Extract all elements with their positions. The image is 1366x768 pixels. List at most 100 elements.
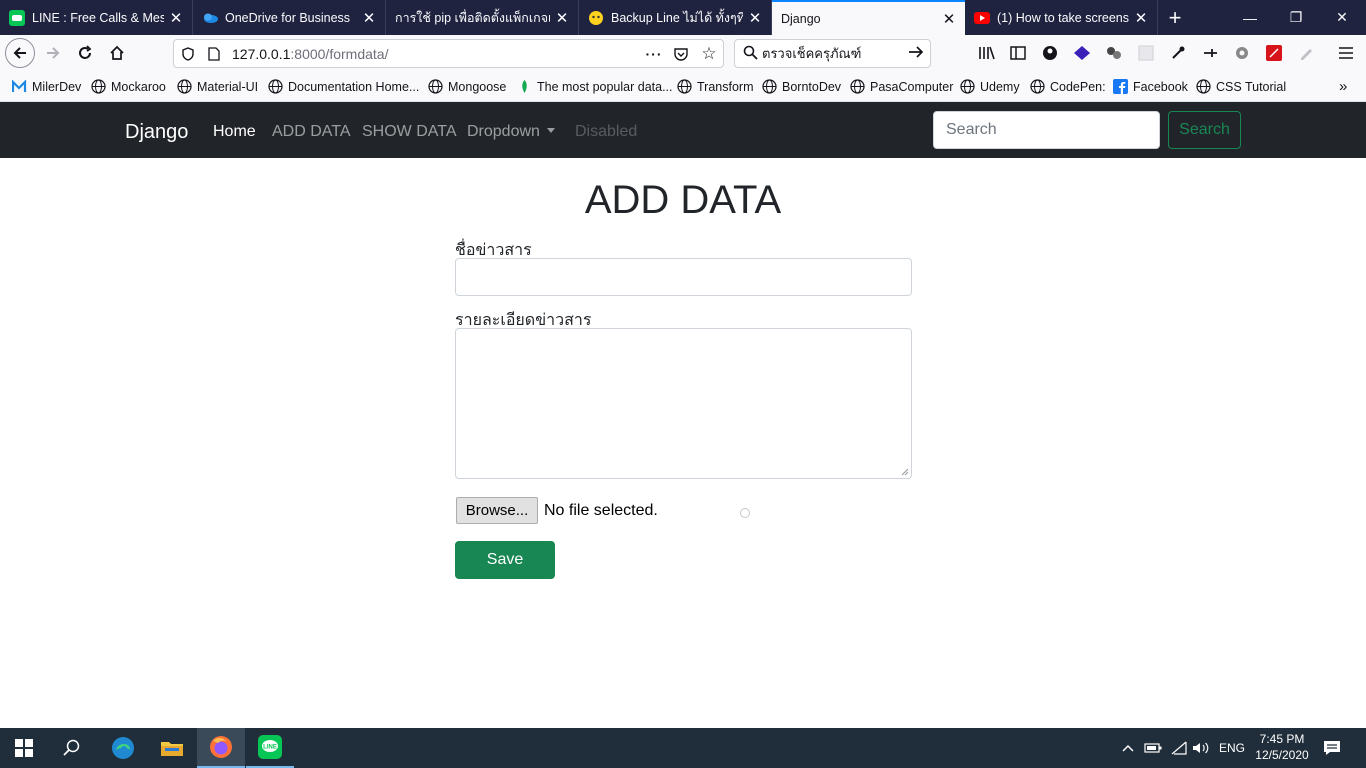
site-search-button[interactable]: Search bbox=[1168, 111, 1241, 149]
library-icon[interactable] bbox=[977, 43, 997, 63]
file-explorer-taskbar-button[interactable] bbox=[148, 728, 196, 768]
bookmarks-overflow-chevron-icon[interactable]: » bbox=[1339, 78, 1347, 95]
close-icon[interactable]: ✕ bbox=[168, 9, 184, 27]
tab-line[interactable]: LINE : Free Calls & Messa ✕ bbox=[0, 0, 193, 35]
search-icon bbox=[63, 739, 80, 756]
pocket-icon[interactable] bbox=[667, 47, 695, 61]
save-button[interactable]: Save bbox=[455, 541, 555, 579]
search-icon bbox=[743, 45, 758, 63]
line-icon: LINE bbox=[258, 735, 282, 759]
nav-home[interactable]: Home bbox=[213, 123, 256, 141]
back-button[interactable] bbox=[5, 38, 35, 68]
extension-grid-icon[interactable] bbox=[1136, 43, 1156, 63]
search-taskbar-button[interactable] bbox=[48, 728, 96, 768]
bookmark-documentation[interactable]: Documentation Home... bbox=[268, 79, 419, 94]
line-taskbar-button[interactable]: LINE bbox=[246, 728, 294, 768]
bookmark-codepen[interactable]: CodePen: bbox=[1030, 79, 1106, 94]
edge-icon bbox=[112, 737, 134, 759]
close-window-button[interactable]: ✕ bbox=[1318, 0, 1366, 35]
title-input[interactable] bbox=[455, 258, 912, 296]
bookmark-mockaroo[interactable]: Mockaroo bbox=[91, 79, 166, 94]
bookmark-label: Udemy bbox=[980, 79, 1020, 94]
extension-spheres-icon[interactable] bbox=[1104, 43, 1124, 63]
tab-onedrive[interactable]: OneDrive for Business ✕ bbox=[193, 0, 386, 35]
bookmark-pasacomputer[interactable]: PasaComputer bbox=[850, 79, 953, 94]
more-actions-icon[interactable]: ··· bbox=[641, 46, 667, 62]
bookmark-label: CodePen: bbox=[1050, 79, 1106, 94]
tab-title: Backup Line ไม่ได้ ทั้งๆที่ bbox=[611, 10, 743, 25]
edge-taskbar-button[interactable] bbox=[99, 728, 147, 768]
reload-button[interactable] bbox=[70, 38, 100, 68]
url-host: 127.0.0.1 bbox=[232, 45, 291, 62]
browse-file-button[interactable]: Browse... bbox=[456, 497, 538, 524]
tab-youtube[interactable]: (1) How to take screensh ✕ bbox=[965, 0, 1158, 35]
browser-search-input[interactable]: ตรวจเช็คครุภัณฑ์ bbox=[734, 39, 931, 68]
globe-icon bbox=[677, 79, 692, 94]
start-button[interactable] bbox=[0, 728, 48, 768]
bookmark-udemy[interactable]: Udemy bbox=[960, 79, 1020, 94]
shield-icon bbox=[174, 46, 202, 61]
menu-icon[interactable] bbox=[1336, 43, 1356, 63]
nav-show-data[interactable]: SHOW DATA bbox=[362, 123, 457, 141]
extension-purple-icon[interactable] bbox=[1072, 43, 1092, 63]
taskbar: LINE ENG 7:45 PM 12/5/2020 bbox=[0, 728, 1366, 768]
eyedropper-icon[interactable] bbox=[1168, 43, 1188, 63]
close-icon[interactable]: ✕ bbox=[361, 9, 377, 27]
close-icon[interactable]: ✕ bbox=[554, 9, 570, 27]
restore-button[interactable]: ❐ bbox=[1272, 0, 1320, 35]
onedrive-icon bbox=[202, 10, 218, 26]
back-arrow-icon bbox=[13, 47, 26, 59]
tab-backup-line[interactable]: Backup Line ไม่ได้ ทั้งๆที่ ✕ bbox=[579, 0, 772, 35]
bookmark-css-tutorial[interactable]: CSS Tutorial bbox=[1196, 79, 1286, 94]
tab-title: (1) How to take screensh bbox=[997, 10, 1129, 25]
home-button[interactable] bbox=[102, 38, 132, 68]
wifi-icon[interactable] bbox=[1170, 728, 1188, 768]
tab-title: OneDrive for Business bbox=[225, 10, 351, 25]
bookmark-transform[interactable]: Transform bbox=[677, 79, 754, 94]
forward-button[interactable] bbox=[38, 38, 68, 68]
close-icon[interactable]: ✕ bbox=[941, 10, 957, 28]
nav-dropdown[interactable]: Dropdown bbox=[467, 123, 555, 141]
new-tab-button[interactable]: + bbox=[1158, 0, 1192, 35]
pen-icon[interactable] bbox=[1296, 43, 1316, 63]
tab-django[interactable]: Django ✕ bbox=[772, 0, 965, 35]
firefox-taskbar-button[interactable] bbox=[197, 728, 245, 768]
resize-handle-icon[interactable] bbox=[900, 467, 909, 476]
bookmark-milerdev[interactable]: MilerDev bbox=[12, 79, 81, 94]
navbar-brand[interactable]: Django bbox=[125, 121, 188, 144]
tab-title: LINE : Free Calls & Messa bbox=[32, 10, 164, 25]
bookmark-borntodev[interactable]: BorntoDev bbox=[762, 79, 841, 94]
nav-add-data[interactable]: ADD DATA bbox=[272, 123, 351, 141]
close-icon[interactable]: ✕ bbox=[747, 9, 763, 27]
sidebar-icon[interactable] bbox=[1008, 43, 1028, 63]
bookmark-label: Material-UI bbox=[197, 79, 259, 94]
tab-pip[interactable]: การใช้ pip เพื่อติดตั้งแพ็กเกจเสริ ✕ bbox=[386, 0, 579, 35]
detail-textarea[interactable] bbox=[455, 328, 912, 479]
volume-icon[interactable] bbox=[1192, 728, 1210, 768]
bookmark-star-icon[interactable]: ☆ bbox=[695, 44, 723, 64]
globe-icon bbox=[428, 79, 443, 94]
svg-text:LINE: LINE bbox=[263, 745, 277, 751]
notifications-icon[interactable] bbox=[1323, 728, 1341, 768]
gear-extension-icon[interactable] bbox=[1232, 43, 1252, 63]
pdf-extension-icon[interactable] bbox=[1264, 43, 1284, 63]
bookmark-mongoose[interactable]: Mongoose bbox=[428, 79, 506, 94]
bookmark-mongodb[interactable]: The most popular data... bbox=[517, 79, 673, 94]
go-arrow-icon[interactable] bbox=[908, 45, 924, 62]
line-icon bbox=[9, 9, 25, 26]
show-hidden-icons-chevron-icon[interactable] bbox=[1121, 728, 1135, 768]
clock[interactable]: 7:45 PM 12/5/2020 bbox=[1247, 731, 1317, 763]
site-search-input[interactable]: Search bbox=[933, 111, 1160, 149]
input-language[interactable]: ENG bbox=[1219, 728, 1245, 768]
account-icon[interactable] bbox=[1040, 43, 1060, 63]
reload-icon bbox=[79, 45, 92, 59]
bookmark-facebook[interactable]: Facebook bbox=[1113, 79, 1188, 94]
close-icon[interactable]: ✕ bbox=[1133, 9, 1149, 27]
bookmark-material-ui[interactable]: Material-UI bbox=[177, 79, 258, 94]
tab-title: Django bbox=[781, 11, 821, 26]
pin-icon[interactable] bbox=[1200, 43, 1220, 63]
url-bar[interactable]: 127.0.0.1:8000/formdata/ ··· ☆ bbox=[173, 39, 724, 68]
battery-icon[interactable] bbox=[1144, 728, 1162, 768]
bookmark-label: Mongoose bbox=[448, 79, 507, 94]
minimize-button[interactable]: — bbox=[1226, 0, 1274, 35]
